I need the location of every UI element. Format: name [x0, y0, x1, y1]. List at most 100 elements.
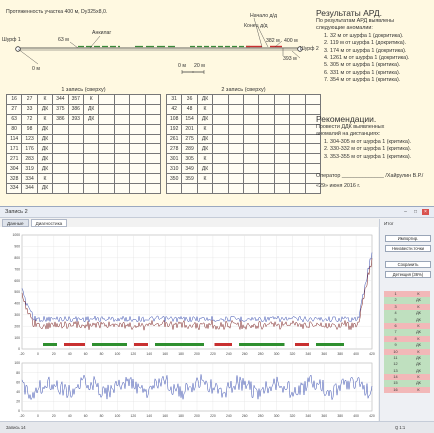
- defect-end-label: Конец д/д: [244, 23, 268, 29]
- table-cell: [258, 153, 275, 165]
- table-cell: [113, 133, 131, 145]
- table-cell: [227, 123, 244, 135]
- x-tick-label: 180: [178, 352, 184, 356]
- table-row: 334 344 ДК: [5, 183, 161, 194]
- table-cell: [144, 143, 161, 155]
- table-cell: 310: [165, 163, 183, 175]
- table-cell: ДК: [196, 133, 214, 145]
- table-cell: [258, 143, 275, 155]
- table-cell: [129, 173, 146, 185]
- table-cell: [98, 153, 115, 165]
- table-cell: 154: [181, 113, 198, 125]
- table-cell: [212, 183, 229, 194]
- table-cell: 357: [67, 94, 84, 105]
- recommendation-item: 1. 304-305 м от шурфа 1 (критика).: [324, 138, 412, 145]
- table-cell: [82, 143, 100, 155]
- list-item[interactable]: 16 К: [384, 386, 430, 394]
- table-row: 278 289 ДК: [165, 143, 321, 155]
- table-row: 108 154 ДК: [165, 113, 321, 125]
- recommendations-intro-2: аномалий на дистанциях:: [316, 131, 381, 138]
- table-cell: [258, 173, 275, 185]
- maximize-icon[interactable]: □: [412, 209, 419, 215]
- save-button[interactable]: Сохранить: [385, 261, 431, 268]
- table-cell: 63: [5, 113, 23, 125]
- signal-plot-area[interactable]: -20 -20 0 0 20 20 40 40 60 60 80 80 100 100 120 120 140 1…: [0, 227, 378, 422]
- table-cell: 31: [165, 94, 183, 105]
- record-2-table-block: 2 запись (сверху) 31 36 ДК 42 48 К 108 154 ДК 192…: [165, 86, 321, 194]
- table-cell: 275: [181, 133, 198, 145]
- table-cell: [52, 123, 69, 135]
- y-tick-label: 0: [18, 347, 20, 351]
- table-cell: [113, 173, 131, 185]
- table-cell: [273, 103, 291, 115]
- y-tick-label: 1000: [12, 233, 20, 237]
- record-1-table-block: 1 запись (сверху) 16 27 К 344 357 К 27 33 ДК 375 3…: [5, 86, 161, 194]
- close-icon[interactable]: ×: [422, 209, 429, 215]
- x-tick-label: 400: [353, 352, 359, 356]
- x-tick-label: 160: [162, 352, 168, 356]
- x-tick-label: 200: [194, 352, 200, 356]
- x-tick-label: 80: [100, 352, 104, 356]
- x-tick-label: 280: [258, 414, 264, 418]
- record-1-table: 16 27 К 344 357 К 27 33 ДК 375 386 ДК 63 72 К 386 393 ДК 8…: [5, 94, 161, 194]
- table-cell: [227, 173, 244, 185]
- table-cell: 27: [5, 103, 23, 115]
- unknown-points-button[interactable]: Неизвестн.точки: [385, 245, 431, 252]
- table-cell: [242, 173, 260, 185]
- table-cell: [67, 153, 84, 165]
- table-cell: 278: [165, 143, 183, 155]
- table-cell: 176: [21, 143, 38, 155]
- anomaly-band: [92, 343, 127, 346]
- table-cell: [82, 123, 100, 135]
- table-cell: 350: [165, 173, 183, 185]
- table-cell: ДК: [36, 183, 54, 194]
- pos-382-label: 382 м: [266, 38, 280, 44]
- table-cell: ДК: [36, 143, 54, 155]
- table-cell: [113, 113, 131, 125]
- anomaly-list: 1 К 2 ДК 3 К 4 ДК 5 ДК 6 К 7 ДК 8 К 9 ДК 10 К 11 ДК 12 ДК 13 ДК 14…: [384, 291, 430, 394]
- x-tick-label: 20: [52, 352, 56, 356]
- table-cell: ДК: [36, 163, 54, 175]
- y-tick-label: 500: [14, 290, 20, 294]
- table-cell: [144, 183, 161, 194]
- table-cell: [273, 133, 291, 145]
- results-item: 2. 119 м от шурфа 1 (докритика).: [324, 40, 407, 47]
- table-cell: [113, 183, 131, 194]
- pos-63-label: 63 м: [58, 37, 69, 43]
- x-tick-label: 420: [369, 352, 375, 356]
- table-cell: 261: [165, 133, 183, 145]
- table-cell: [273, 153, 291, 165]
- table-cell: [129, 103, 146, 115]
- detection-button[interactable]: Детекция (36%): [385, 271, 431, 278]
- table-row: 31 36 ДК: [165, 94, 321, 105]
- table-row: 16 27 К 344 357 К: [5, 94, 161, 105]
- table-cell: [67, 173, 84, 185]
- x-tick-label: -20: [20, 414, 25, 418]
- table-cell: [129, 113, 146, 125]
- tab-data[interactable]: Данные: [2, 219, 29, 227]
- y-tick-label: 400: [14, 302, 20, 306]
- table-cell: [67, 133, 84, 145]
- table-cell: [273, 163, 291, 175]
- table-cell: [242, 143, 260, 155]
- recommendation-item: 2. 330-332 м от шурфа 1 (критика).: [324, 146, 412, 153]
- tab-diagnostics[interactable]: Диагностика: [30, 219, 68, 227]
- x-tick-label: 400: [353, 414, 359, 418]
- table-cell: [212, 133, 229, 145]
- minimize-icon[interactable]: –: [402, 209, 409, 215]
- table-cell: [258, 113, 275, 125]
- table-cell: ДК: [196, 143, 214, 155]
- table-cell: 334: [21, 173, 38, 185]
- import-button[interactable]: Импортир.: [385, 235, 431, 242]
- results-item: 3. 174 м от шурфа 1 (докритика).: [324, 47, 407, 54]
- table-cell: 48: [181, 103, 198, 115]
- table-cell: [258, 133, 275, 145]
- x-tick-label: 120: [131, 352, 137, 356]
- table-cell: [129, 143, 146, 155]
- table-cell: [98, 113, 115, 125]
- table-cell: [242, 163, 260, 175]
- table-cell: [242, 113, 260, 125]
- record-2-title: 2 запись (сверху): [221, 87, 266, 93]
- table-cell: [113, 103, 131, 115]
- table-cell: [212, 113, 229, 125]
